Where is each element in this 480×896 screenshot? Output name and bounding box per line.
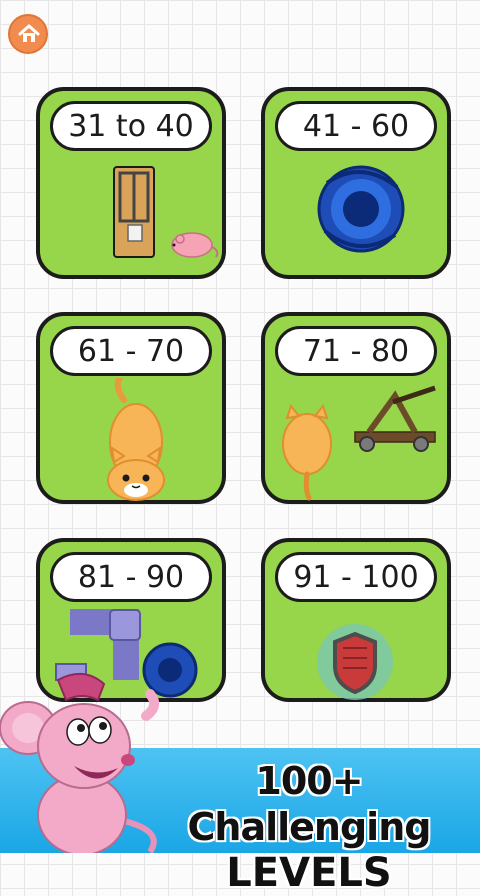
home-button[interactable] [8, 14, 48, 54]
level-card-41-60[interactable]: 41 - 60 [261, 87, 451, 279]
level-range-label: 31 to 40 [50, 101, 212, 151]
cat-icon [107, 378, 165, 501]
promo-line-2: LEVELS [226, 850, 392, 896]
mouse-mascot-icon [0, 673, 160, 853]
level-card-31-40[interactable]: 31 to 40 [36, 87, 226, 279]
catapult-icon [282, 385, 436, 501]
level-range-label: 91 - 100 [275, 552, 437, 602]
promo-text: 100+ Challenging LEVELS [144, 758, 474, 896]
level-range-label: 81 - 90 [50, 552, 212, 602]
level-range-label: 41 - 60 [275, 101, 437, 151]
level-card-71-80[interactable]: 71 - 80 [261, 312, 451, 504]
level-range-label: 71 - 80 [275, 326, 437, 376]
promo-line-1: 100+ Challenging [187, 759, 432, 849]
level-card-61-70[interactable]: 61 - 70 [36, 312, 226, 504]
shield-icon [317, 624, 393, 700]
level-range-label: 61 - 70 [50, 326, 212, 376]
home-icon [18, 24, 40, 42]
mouse-trap-icon [113, 166, 219, 258]
level-card-91-100[interactable]: 91 - 100 [261, 538, 451, 702]
black-hole-icon [317, 165, 405, 253]
